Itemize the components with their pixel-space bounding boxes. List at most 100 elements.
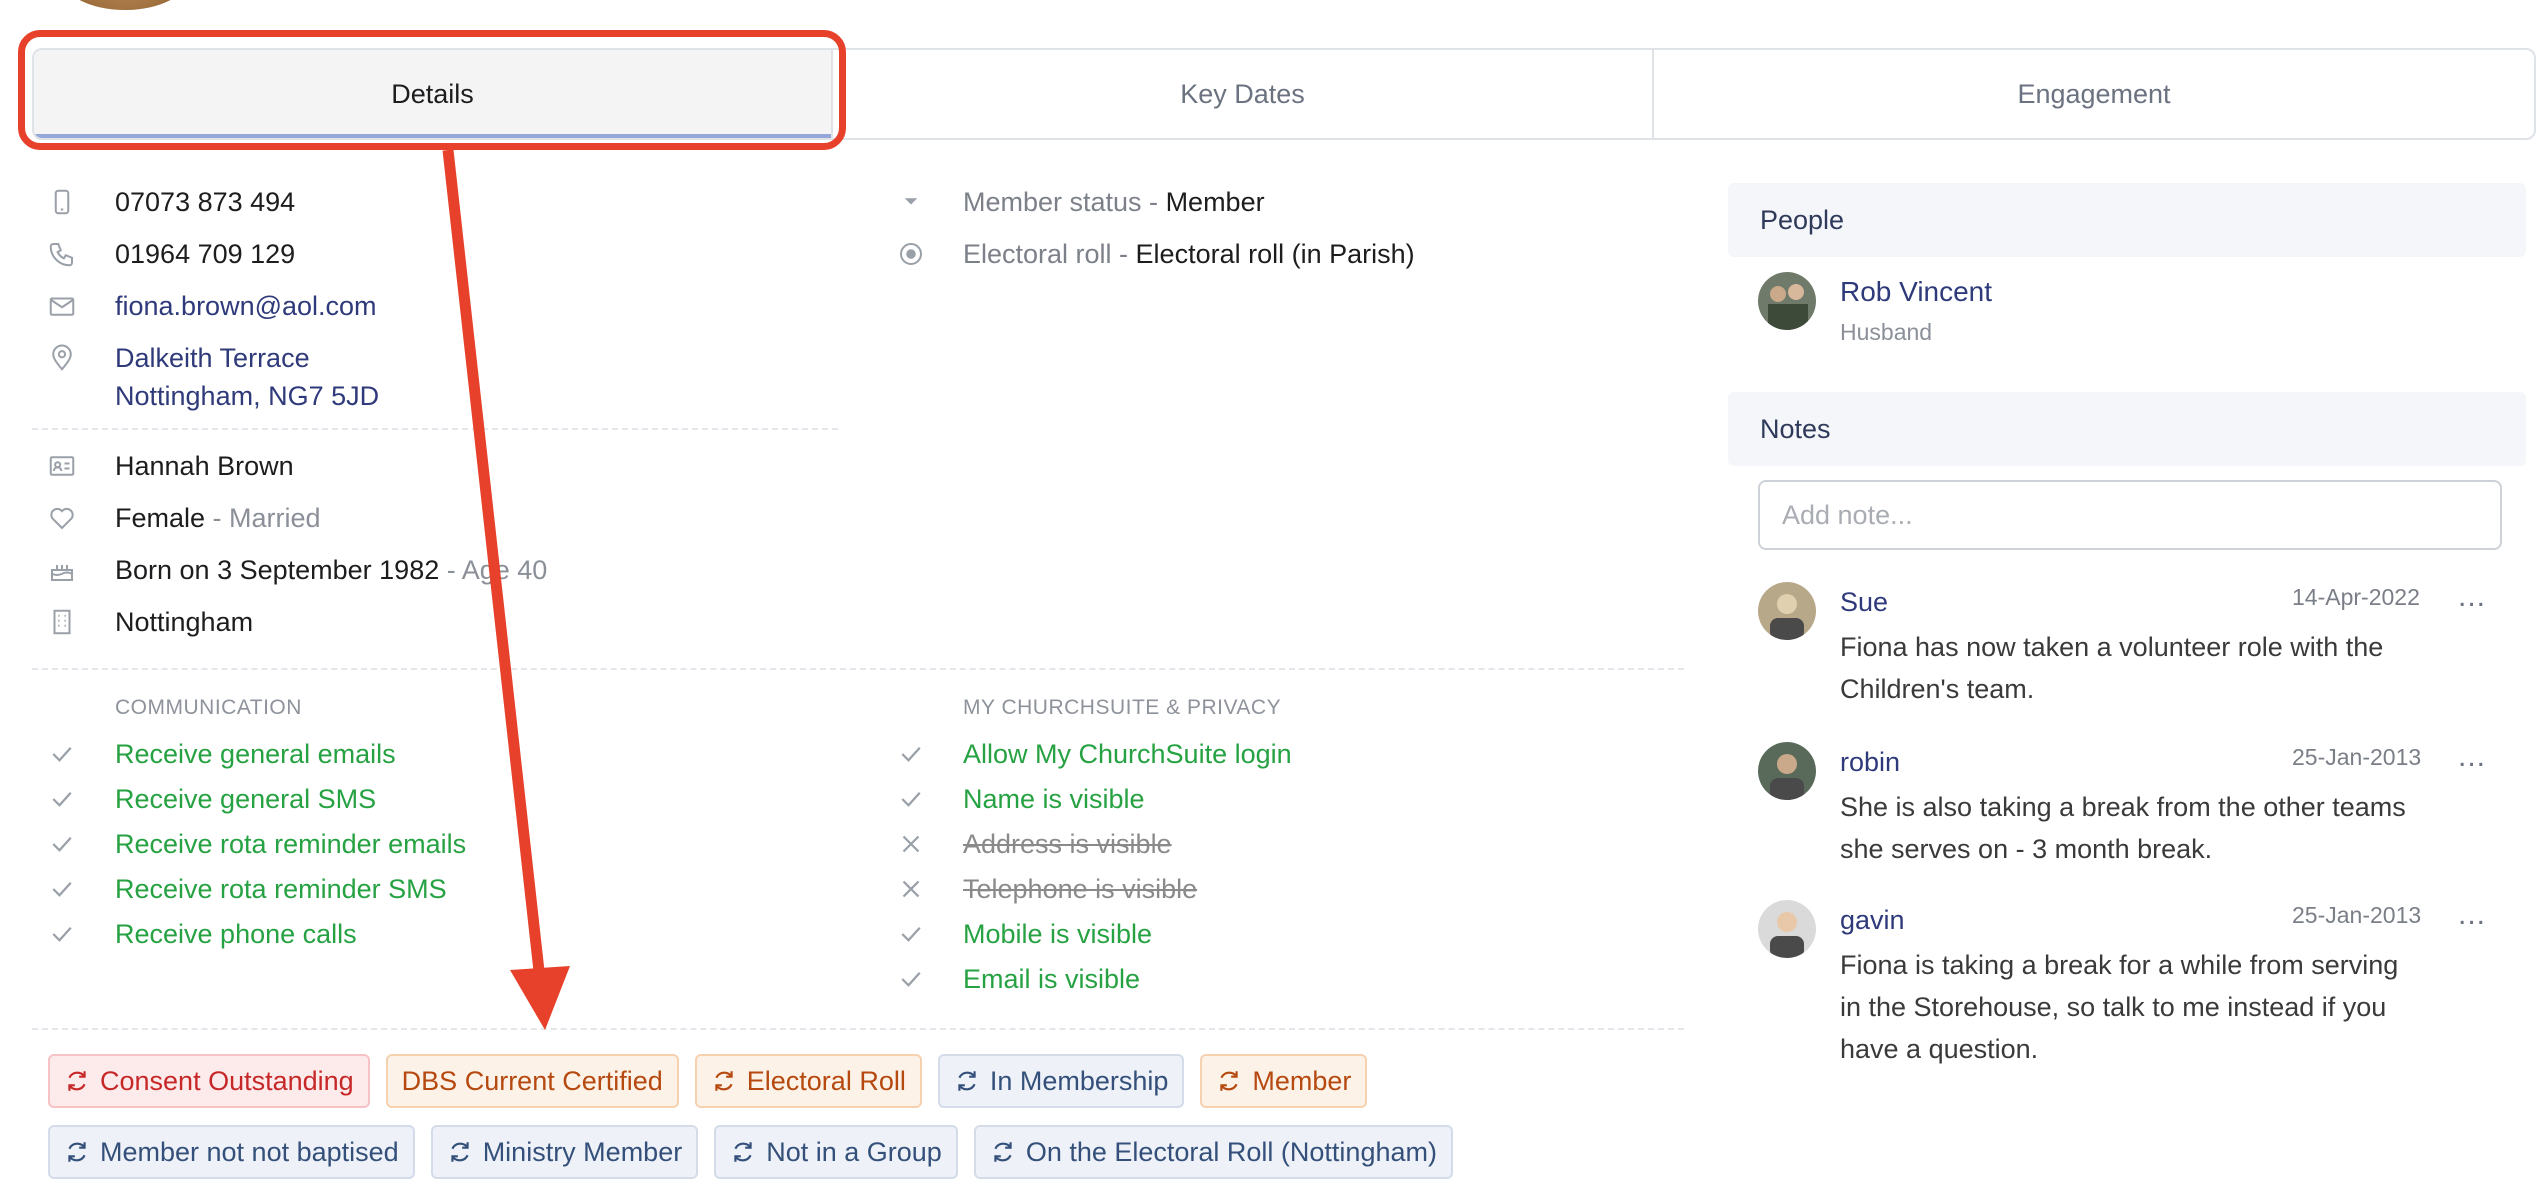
- refresh-icon: [990, 1139, 1026, 1165]
- person-name-link[interactable]: Rob Vincent: [1840, 274, 1992, 310]
- mobile-icon: [44, 184, 80, 220]
- tag-badge[interactable]: Ministry Member: [430, 1125, 699, 1179]
- note-more-menu-icon[interactable]: ...: [2458, 740, 2486, 774]
- email-link[interactable]: fiona.brown@aol.com: [115, 288, 377, 324]
- note-text-line: have a question.: [1840, 1034, 2039, 1064]
- tag-badge[interactable]: Member: [1200, 1054, 1368, 1108]
- birth-date: Born on 3 September 1982 - Age 40: [115, 552, 547, 588]
- people-heading: People: [1728, 183, 2526, 257]
- building-icon: [44, 604, 80, 640]
- note-more-menu-icon[interactable]: ...: [2458, 898, 2486, 932]
- note-author-avatar[interactable]: [1758, 582, 1816, 640]
- electoral-roll: Electoral roll - Electoral roll (in Pari…: [963, 236, 1415, 272]
- mobile-number: 07073 873 494: [115, 187, 296, 217]
- communication-heading: COMMUNICATION: [115, 696, 302, 719]
- refresh-icon: [954, 1068, 990, 1094]
- divider: [32, 428, 838, 430]
- check-icon: [893, 736, 929, 772]
- cross-icon: [893, 871, 929, 907]
- communication-item: Receive general emails: [115, 739, 396, 769]
- full-name: Hannah Brown: [115, 451, 294, 481]
- communication-item: Receive rota reminder SMS: [115, 874, 447, 904]
- tag-badge[interactable]: DBS Current Certified: [385, 1054, 679, 1108]
- note-text-line: she serves on - 3 month break.: [1840, 834, 2213, 864]
- communication-item: Receive rota reminder emails: [115, 829, 467, 859]
- electoral-roll-value: Electoral roll (in Parish): [1135, 239, 1415, 269]
- tag-badge[interactable]: In Membership: [937, 1054, 1185, 1108]
- electoral-roll-label: Electoral roll -: [963, 239, 1136, 269]
- refresh-icon: [64, 1139, 100, 1165]
- tab-key-dates[interactable]: Key Dates: [833, 50, 1654, 138]
- privacy-item: Allow My ChurchSuite login: [963, 739, 1292, 769]
- note-author[interactable]: robin: [1840, 744, 1900, 780]
- refresh-icon: [1216, 1068, 1252, 1094]
- gender-marital: Female - Married: [115, 500, 321, 536]
- note-author[interactable]: Sue: [1840, 584, 1888, 620]
- check-icon: [893, 961, 929, 997]
- note-text-line: Fiona has now taken a volunteer role wit…: [1840, 632, 2384, 662]
- check-icon: [893, 916, 929, 952]
- tag-badge[interactable]: Not in a Group: [714, 1125, 958, 1179]
- add-note-input[interactable]: [1758, 480, 2502, 550]
- note-author-avatar[interactable]: [1758, 900, 1816, 958]
- note-text-line: Fiona is taking a break for a while from…: [1840, 950, 2399, 980]
- divider: [32, 1028, 1684, 1030]
- tag-label: Not in a Group: [766, 1136, 942, 1167]
- member-status: Member status - Member: [963, 184, 1265, 220]
- person-avatar[interactable]: [1758, 272, 1816, 330]
- id-card-icon: [44, 448, 80, 484]
- notes-heading: Notes: [1728, 392, 2526, 466]
- tag-label: On the Electoral Roll (Nottingham): [1025, 1136, 1437, 1167]
- refresh-icon: [447, 1139, 483, 1165]
- note-text-line: in the Storehouse, so talk to me instead…: [1840, 992, 2387, 1022]
- tag-label: Member not not baptised: [100, 1136, 399, 1167]
- check-icon: [44, 736, 80, 772]
- note-date: 14-Apr-2022: [2292, 584, 2420, 610]
- tag-badge[interactable]: Electoral Roll: [694, 1054, 922, 1108]
- check-icon: [44, 871, 80, 907]
- tag-badge[interactable]: Member not not baptised: [48, 1125, 415, 1179]
- privacy-item: Email is visible: [963, 964, 1141, 994]
- birth-text: Born on 3 September 1982: [115, 555, 440, 585]
- highlight-annotation: [18, 30, 846, 150]
- refresh-icon: [711, 1068, 747, 1094]
- note-author-avatar[interactable]: [1758, 742, 1816, 800]
- age-text: - Age 40: [439, 555, 548, 585]
- tag-label: Member: [1252, 1065, 1352, 1096]
- tag-badge[interactable]: On the Electoral Roll (Nottingham): [973, 1125, 1453, 1179]
- email-icon: [44, 288, 80, 324]
- phone-icon: [44, 236, 80, 272]
- note-text-line: Children's team.: [1840, 674, 2035, 704]
- note-author[interactable]: gavin: [1840, 902, 1905, 938]
- tag-label: Ministry Member: [482, 1136, 683, 1167]
- privacy-item: Address is visible: [963, 829, 1172, 859]
- privacy-item: Name is visible: [963, 784, 1145, 814]
- privacy-item: Mobile is visible: [963, 919, 1153, 949]
- check-icon: [893, 781, 929, 817]
- member-status-label: Member status -: [963, 187, 1166, 217]
- note-text-line: She is also taking a break from the othe…: [1840, 792, 2406, 822]
- person-relation: Husband: [1840, 319, 1933, 345]
- heart-icon: [44, 500, 80, 536]
- privacy-item: Telephone is visible: [963, 874, 1198, 904]
- tag-label: Consent Outstanding: [100, 1065, 354, 1096]
- note-more-menu-icon[interactable]: ...: [2458, 580, 2486, 614]
- gender: Female: [115, 503, 206, 533]
- tag-badge[interactable]: Consent Outstanding: [48, 1054, 370, 1108]
- member-status-value: Member: [1165, 187, 1265, 217]
- privacy-heading: MY CHURCHSUITE & PRIVACY: [963, 696, 1282, 719]
- radio-dot-icon: [893, 236, 929, 272]
- address-line-1[interactable]: Dalkeith Terrace: [115, 340, 310, 376]
- address-line-2[interactable]: Nottingham, NG7 5JD: [115, 378, 379, 414]
- tag-label: DBS Current Certified: [401, 1065, 663, 1096]
- phone-number: 01964 709 129: [115, 239, 296, 269]
- tab-engagement[interactable]: Engagement: [1654, 50, 2534, 138]
- site-name: Nottingham: [115, 607, 254, 637]
- profile-avatar: [60, 0, 190, 10]
- tag-label: Electoral Roll: [746, 1065, 906, 1096]
- communication-item: Receive phone calls: [115, 919, 357, 949]
- check-icon: [44, 781, 80, 817]
- check-icon: [44, 826, 80, 862]
- marital-status: - Married: [205, 503, 321, 533]
- refresh-icon: [730, 1139, 766, 1165]
